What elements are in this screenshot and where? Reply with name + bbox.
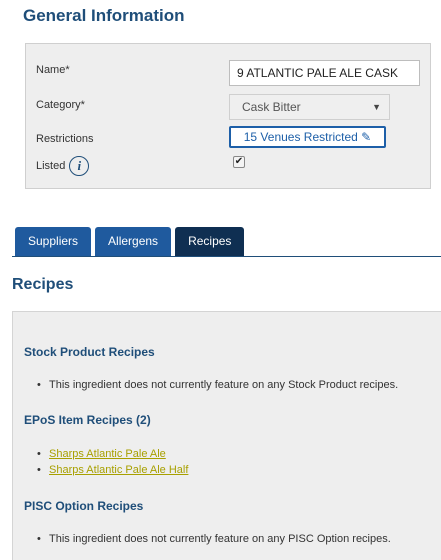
name-input[interactable]: 9 ATLANTIC PALE ALE CASK — [229, 60, 420, 86]
category-label: Category* — [36, 99, 85, 111]
chevron-down-icon: ▼ — [372, 102, 381, 112]
info-icon[interactable]: i — [69, 156, 90, 176]
general-information-heading: General Information — [23, 6, 185, 25]
general-information-panel: Name* 9 ATLANTIC PALE ALE CASK Category*… — [25, 43, 431, 189]
restrictions-label: Restrictions — [36, 133, 94, 145]
listed-row: Listed i — [36, 156, 90, 176]
listed-label: Listed — [36, 160, 66, 172]
recipes-panel: Stock Product Recipes This ingredient do… — [12, 311, 441, 560]
category-select-value: Cask Bitter — [242, 100, 301, 114]
tab-divider — [12, 256, 441, 257]
category-select[interactable]: Cask Bitter ▼ — [229, 94, 390, 120]
listed-checkbox[interactable]: ✔ — [233, 156, 245, 168]
recipes-heading: Recipes — [12, 276, 74, 293]
pisc-option-recipes-heading: PISC Option Recipes — [24, 499, 144, 513]
edit-icon: ✎ — [361, 130, 372, 144]
stock-product-empty-message: This ingredient does not currently featu… — [37, 379, 398, 391]
pisc-option-empty-message: This ingredient does not currently featu… — [37, 533, 391, 545]
epos-item-recipes-heading: EPoS Item Recipes (2) — [24, 413, 151, 427]
epos-recipe-link[interactable]: Sharps Atlantic Pale Ale — [37, 448, 166, 460]
tab-recipes[interactable]: Recipes — [175, 227, 245, 256]
recipe-tabs: Suppliers Allergens Recipes — [15, 227, 248, 256]
restrictions-button[interactable]: 15 Venues Restricted ✎ — [229, 126, 386, 148]
tab-suppliers[interactable]: Suppliers — [15, 227, 92, 256]
epos-recipe-link[interactable]: Sharps Atlantic Pale Ale Half — [37, 464, 188, 476]
tab-allergens[interactable]: Allergens — [95, 227, 172, 256]
stock-product-recipes-heading: Stock Product Recipes — [24, 345, 155, 359]
name-label: Name* — [36, 64, 70, 76]
restrictions-button-label: 15 Venues Restricted — [243, 130, 358, 144]
